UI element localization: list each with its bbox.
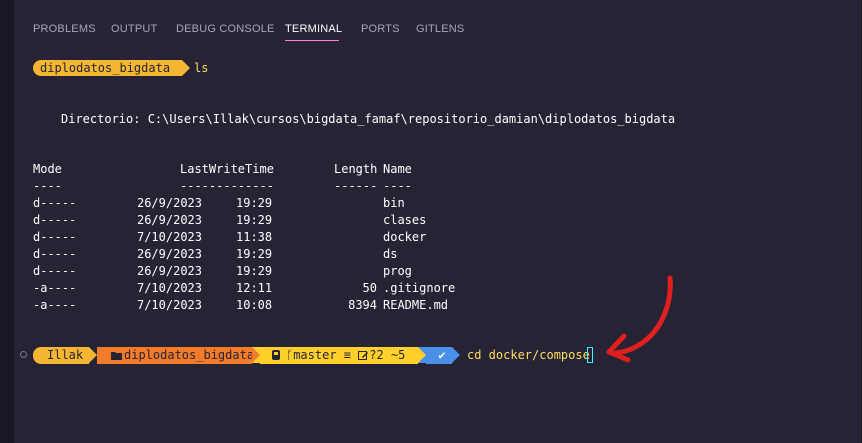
edit-icon (358, 349, 369, 360)
prompt2-command: cd docker/compose (467, 348, 590, 362)
cell-name: .gitignore (383, 281, 456, 295)
prompt-user-segment: Illak (33, 347, 89, 364)
cell-date: 26/9/2023 (136, 213, 202, 227)
underline-name: ---- (383, 179, 412, 193)
cell-time: 10:08 (236, 298, 273, 312)
cell-time: 19:29 (236, 213, 273, 227)
cell-mode: d----- (33, 264, 77, 278)
cell-name: README.md (383, 298, 449, 312)
active-tab-indicator (285, 40, 339, 41)
tab-ports[interactable]: PORTS (361, 23, 400, 35)
cell-date: 7/10/2023 (136, 298, 202, 312)
underline-length: ------ (334, 179, 378, 193)
tab-output[interactable]: OUTPUT (111, 23, 157, 35)
cell-name: prog (383, 264, 412, 278)
cell-name: bin (383, 196, 405, 210)
header-name: Name (383, 162, 412, 176)
panel-tabs: PROBLEMS OUTPUT DEBUG CONSOLE TERMINAL P… (14, 0, 862, 42)
segment-separator (418, 347, 426, 363)
prompt-user: Illak (47, 348, 84, 362)
cell-mode: -a---- (33, 298, 77, 312)
prompt-command: ls (194, 61, 209, 75)
directory-path: Directorio: C:\Users\Illak\cursos\bigdat… (61, 112, 676, 126)
segment-separator (452, 347, 460, 363)
tab-gitlens[interactable]: GITLENS (416, 23, 464, 35)
cell-date: 7/10/2023 (136, 281, 202, 295)
tab-terminal[interactable]: TERMINAL (285, 23, 342, 35)
terminal-panel: PROBLEMS OUTPUT DEBUG CONSOLE TERMINAL P… (0, 0, 862, 443)
git-icon (270, 349, 282, 361)
prompt-dir-segment: diplodatos_bigdata (97, 347, 255, 364)
cell-date: 26/9/2023 (136, 264, 202, 278)
cell-name: ds (383, 247, 398, 261)
cell-date: 26/9/2023 (136, 247, 202, 261)
cell-time: 19:29 (236, 196, 273, 210)
cell-mode: d----- (33, 196, 77, 210)
cell-length: 8394 (348, 298, 377, 312)
command-keyword[interactable]: cd docker/compose (467, 348, 590, 362)
git-changes: ?2 ~5 (369, 348, 406, 362)
cell-time: 19:29 (236, 247, 273, 261)
cell-time: 19:29 (236, 264, 273, 278)
check-icon: ✔ (438, 348, 446, 362)
cell-date: 7/10/2023 (136, 230, 202, 244)
command-decoration-icon[interactable] (20, 351, 27, 358)
git-branch: master (293, 348, 337, 362)
segment-separator (252, 347, 260, 363)
cell-name: docker (383, 230, 427, 244)
branch-status: ≡ (343, 348, 352, 362)
prompt-segment-tip (182, 60, 190, 76)
tab-problems[interactable]: PROBLEMS (33, 23, 96, 35)
header-mode: Mode (33, 162, 62, 176)
cell-mode: -a---- (33, 281, 77, 295)
header-length: Length (334, 162, 378, 176)
tab-debug-console[interactable]: DEBUG CONSOLE (176, 23, 275, 35)
folder-icon (111, 348, 122, 360)
underline-mode: ---- (33, 179, 62, 193)
header-lastwritetime: LastWriteTime (180, 162, 274, 176)
underline-lastwritetime: ------------- (180, 179, 274, 193)
cell-length: 50 (362, 281, 377, 295)
cell-name: clases (383, 213, 427, 227)
cell-date: 26/9/2023 (136, 196, 202, 210)
prompt-directory-segment: diplodatos_bigdata (33, 60, 182, 76)
annotation-arrow-icon (606, 275, 673, 363)
editor-gutter (0, 0, 14, 443)
cell-mode: d----- (33, 230, 77, 244)
cell-time: 12:11 (236, 281, 273, 295)
prompt-status-segment: ✔ (426, 347, 452, 364)
cell-time: 11:38 (236, 230, 273, 244)
cell-mode: d----- (33, 213, 77, 227)
segment-separator (89, 347, 97, 363)
cell-mode: d----- (33, 247, 77, 261)
prompt-dir: diplodatos_bigdata (124, 348, 255, 362)
prompt-git-segment: ᚴmaster ≡ ?2 ~5 (260, 347, 418, 364)
